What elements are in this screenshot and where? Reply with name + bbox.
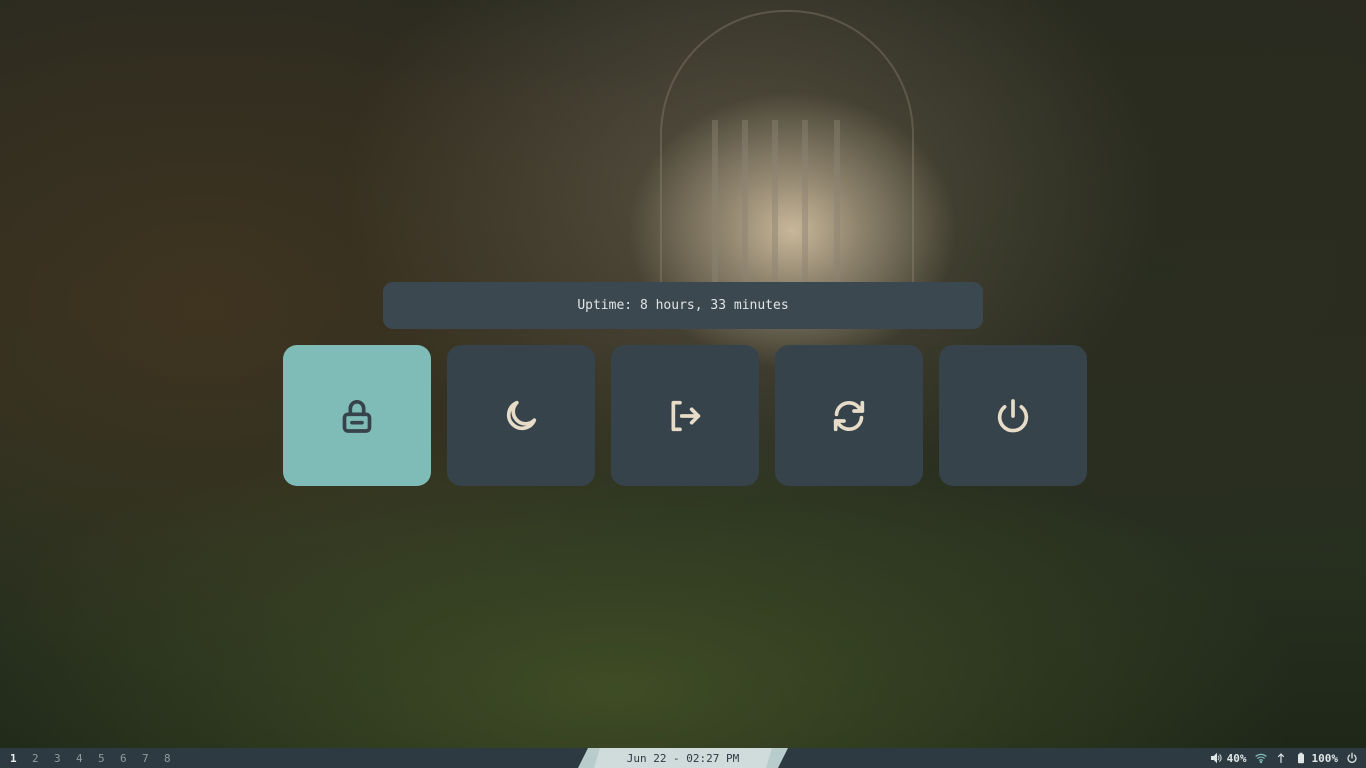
- volume-level: 40%: [1226, 751, 1247, 765]
- workspace-8[interactable]: 8: [164, 752, 186, 765]
- battery-icon: [1297, 752, 1304, 764]
- workspace-2[interactable]: 2: [32, 752, 54, 765]
- battery-indicator[interactable]: 100%: [1295, 751, 1339, 765]
- moon-icon: [506, 400, 537, 430]
- wallpaper-mullion: [772, 120, 778, 290]
- logout-button[interactable]: [611, 345, 759, 486]
- battery-level: 100%: [1311, 751, 1339, 765]
- clock-widget[interactable]: Jun 22 - 02:27 PM: [578, 748, 788, 768]
- uptime-text: Uptime: 8 hours, 33 minutes: [577, 298, 789, 313]
- workspace-7[interactable]: 7: [142, 752, 164, 765]
- taskbar: 1 2 3 4 5 6 7 8 Jun 22 - 02:27 PM 40% 10…: [0, 748, 1366, 768]
- wallpaper-mullion: [834, 120, 840, 290]
- workspace-6[interactable]: 6: [120, 752, 142, 765]
- volume-icon: [1210, 752, 1222, 764]
- workspace-4[interactable]: 4: [76, 752, 98, 765]
- lock-icon: [342, 399, 372, 433]
- wallpaper-mullion: [742, 120, 748, 290]
- workspace-5[interactable]: 5: [98, 752, 120, 765]
- power-icon: [1347, 752, 1357, 764]
- clock-inner: Jun 22 - 02:27 PM: [594, 748, 772, 768]
- network-activity-indicator[interactable]: [1275, 752, 1287, 764]
- logout-icon: [671, 400, 701, 431]
- volume-indicator[interactable]: 40%: [1210, 752, 1247, 765]
- arrow-up-icon: [1277, 753, 1284, 764]
- workspace-1[interactable]: 1: [10, 752, 32, 765]
- wallpaper-gothic-window: [660, 10, 914, 312]
- wifi-icon: [1254, 753, 1267, 764]
- workspace-list: 1 2 3 4 5 6 7 8: [10, 748, 186, 768]
- power-menu: [283, 345, 1087, 486]
- shutdown-button[interactable]: [939, 345, 1087, 486]
- power-icon: [997, 398, 1029, 432]
- lock-button[interactable]: [283, 345, 431, 486]
- system-tray: 40% 100%: [1210, 748, 1358, 768]
- wallpaper-mullion: [712, 120, 718, 290]
- workspace-3[interactable]: 3: [54, 752, 76, 765]
- power-menu-trigger[interactable]: [1346, 752, 1358, 764]
- clock-text: Jun 22 - 02:27 PM: [626, 751, 740, 765]
- wallpaper-mullion: [802, 120, 808, 290]
- wifi-indicator[interactable]: [1254, 752, 1267, 764]
- uptime-panel: Uptime: 8 hours, 33 minutes: [383, 282, 983, 329]
- refresh-icon: [833, 400, 865, 431]
- reboot-button[interactable]: [775, 345, 923, 486]
- suspend-button[interactable]: [447, 345, 595, 486]
